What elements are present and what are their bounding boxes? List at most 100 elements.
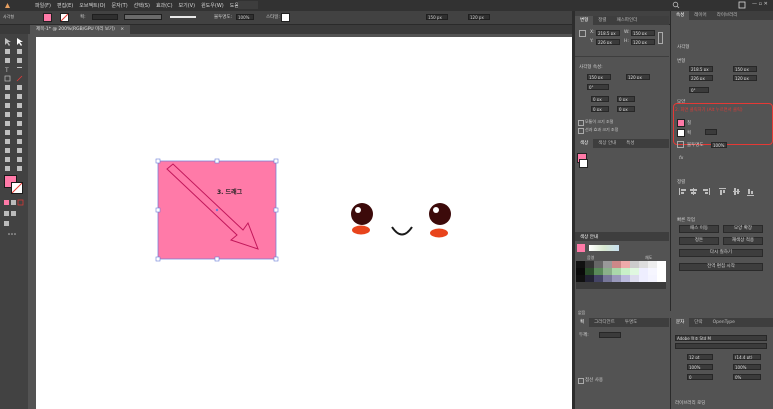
prop-fill-label: 칠: [687, 121, 692, 126]
link-proportions-icon[interactable]: [658, 32, 663, 44]
color-guide-grid[interactable]: [576, 261, 666, 289]
leading-field[interactable]: (14.4 pt): [733, 354, 761, 360]
prop-opacity-field[interactable]: 100%: [711, 142, 727, 148]
menu-file[interactable]: 파일(F): [35, 2, 51, 9]
draw-mode-icons[interactable]: [3, 199, 27, 239]
prop-angle-field[interactable]: 0°: [689, 87, 709, 93]
tab-pathfinder[interactable]: 패스파인더: [612, 16, 643, 25]
variable-width-field[interactable]: [124, 14, 162, 20]
search-icon[interactable]: [672, 1, 680, 9]
toolbar-stroke-swatch[interactable]: [11, 182, 23, 194]
tab-color-guide[interactable]: 색상 안내: [593, 139, 621, 148]
transform-w-field[interactable]: 150 px: [631, 30, 655, 36]
tab-transparency[interactable]: 투명도: [620, 318, 642, 327]
tab-paragraph[interactable]: 단락: [689, 318, 707, 327]
scale-strokes-checkbox[interactable]: [578, 128, 584, 134]
prop-w-field[interactable]: 150 px: [733, 66, 757, 72]
artboard[interactable]: 3. 드래그: [36, 37, 572, 409]
offset-path-button[interactable]: 패스 이동: [679, 225, 719, 233]
prop-opacity-icon: [677, 141, 684, 148]
tab-align[interactable]: 정렬: [593, 16, 611, 25]
rect-w-field[interactable]: 150 px: [587, 74, 611, 80]
guide-base-color[interactable]: [577, 244, 585, 252]
tab-attributes[interactable]: 특성: [621, 139, 639, 148]
menu-type[interactable]: 문자(T): [112, 2, 128, 9]
tab-character[interactable]: 문자: [671, 318, 690, 327]
corner-radius-a[interactable]: 0 px: [591, 96, 609, 102]
style-swatch[interactable]: [281, 13, 290, 22]
menu-items: 파일(F) 편집(E) 오브젝트(O) 문자(T) 선택(S) 효과(C) 보기…: [35, 2, 251, 9]
prop-h-field[interactable]: 120 px: [733, 75, 757, 81]
menu-edit[interactable]: 편집(E): [57, 2, 73, 9]
font-style-select[interactable]: [675, 343, 767, 349]
control-w-field[interactable]: 150 px: [426, 14, 448, 20]
tracking-field[interactable]: 0: [687, 374, 713, 380]
prop-stroke-swatch[interactable]: [677, 129, 685, 137]
character-panel-tabs: 문자 단락 OpenType: [671, 318, 773, 327]
tab-stroke[interactable]: 획: [575, 318, 590, 327]
global-edit-button[interactable]: 전역 편집 시작: [679, 263, 763, 271]
window-controls[interactable]: — ▫ ✕: [752, 1, 772, 9]
brush-preview[interactable]: [170, 16, 196, 18]
stroke-weight-input[interactable]: [599, 332, 621, 338]
illustrator-logo-icon[interactable]: [3, 1, 12, 10]
corner-radius-d[interactable]: 0 px: [617, 106, 635, 112]
harmony-strip[interactable]: [589, 245, 619, 251]
opacity-field[interactable]: 100%: [236, 14, 254, 20]
fx-icon[interactable]: fx: [679, 156, 683, 161]
stroke-weight-field[interactable]: [92, 14, 118, 20]
menu-window[interactable]: 윈도우(W): [201, 2, 224, 9]
color-stroke-swatch[interactable]: [579, 159, 588, 168]
menu-bar: 파일(F) 편집(E) 오브젝트(O) 문자(T) 선택(S) 효과(C) 보기…: [0, 0, 773, 11]
font-family-select[interactable]: Adobe 명조 Std M: [675, 335, 767, 341]
tab-libraries[interactable]: 라이브러리: [712, 11, 743, 20]
object-type-label: 사각형: [3, 14, 15, 19]
tab-color[interactable]: 색상: [575, 139, 594, 148]
corner-radius-c[interactable]: 0 px: [591, 106, 609, 112]
transform-h-field[interactable]: 120 px: [631, 39, 655, 45]
menu-select[interactable]: 선택(S): [134, 2, 150, 9]
document-tab[interactable]: 제목-1* @ 200%(RGB/GPU 미리 보기) ×: [30, 25, 131, 34]
reference-point-icon[interactable]: [579, 30, 586, 37]
arrange-button[interactable]: 정돈: [679, 237, 719, 245]
face-drawing: [351, 203, 451, 238]
prop-x-field[interactable]: 218.5 px: [689, 66, 713, 72]
stroke-swatch[interactable]: [60, 13, 69, 22]
prop-fill-swatch[interactable]: [677, 119, 685, 127]
tab-gradient[interactable]: 그라디언트: [589, 318, 620, 327]
tab-properties[interactable]: 속성: [671, 11, 690, 20]
corner-radius-b[interactable]: 0 px: [617, 96, 635, 102]
prop-y-field[interactable]: 226 px: [689, 75, 713, 81]
tab-opentype[interactable]: OpenType: [708, 318, 740, 327]
share-icon[interactable]: [738, 1, 748, 9]
tab-layers[interactable]: 레이어: [689, 11, 711, 20]
tool-icons[interactable]: T: [0, 34, 28, 194]
menu-view[interactable]: 보기(V): [179, 2, 196, 9]
live-paint-button[interactable]: 다시 칠하기: [679, 249, 763, 257]
menu-effect[interactable]: 효과(C): [156, 2, 173, 9]
transform-x-field[interactable]: 218.5 px: [596, 30, 620, 36]
properties-transform-title: 변형: [677, 59, 686, 64]
scale-corners-checkbox[interactable]: [578, 120, 584, 126]
rect-angle-field[interactable]: 0°: [587, 84, 609, 90]
dashed-line-checkbox[interactable]: [578, 378, 584, 384]
menu-object[interactable]: 오브젝트(O): [79, 2, 105, 9]
transform-y-field[interactable]: 226 px: [596, 39, 620, 45]
vertical-scale-field[interactable]: 100%: [687, 364, 713, 370]
control-h-field[interactable]: 120 px: [468, 14, 490, 20]
kerning-field[interactable]: 0%: [733, 374, 761, 380]
scale-corners-label: 모퉁이 크기 조절: [585, 119, 614, 124]
font-size-field[interactable]: 12 pt: [687, 354, 713, 360]
close-icon[interactable]: ×: [120, 27, 124, 32]
transform-panel-tabs: 변형 정렬 패스파인더: [575, 16, 669, 25]
recolor-button[interactable]: 재색상 적용: [723, 237, 763, 245]
horizontal-scale-field[interactable]: 100%: [733, 364, 761, 370]
arrange-documents-icon[interactable]: [238, 1, 258, 9]
fill-swatch[interactable]: [43, 13, 52, 22]
rect-h-field[interactable]: 120 px: [626, 74, 650, 80]
artwork[interactable]: [36, 37, 572, 409]
prop-stroke-weight[interactable]: [705, 129, 717, 135]
tab-transform[interactable]: 변형: [575, 16, 594, 25]
expand-shape-button[interactable]: 모양 확장: [723, 225, 763, 233]
align-icons[interactable]: [677, 186, 767, 206]
